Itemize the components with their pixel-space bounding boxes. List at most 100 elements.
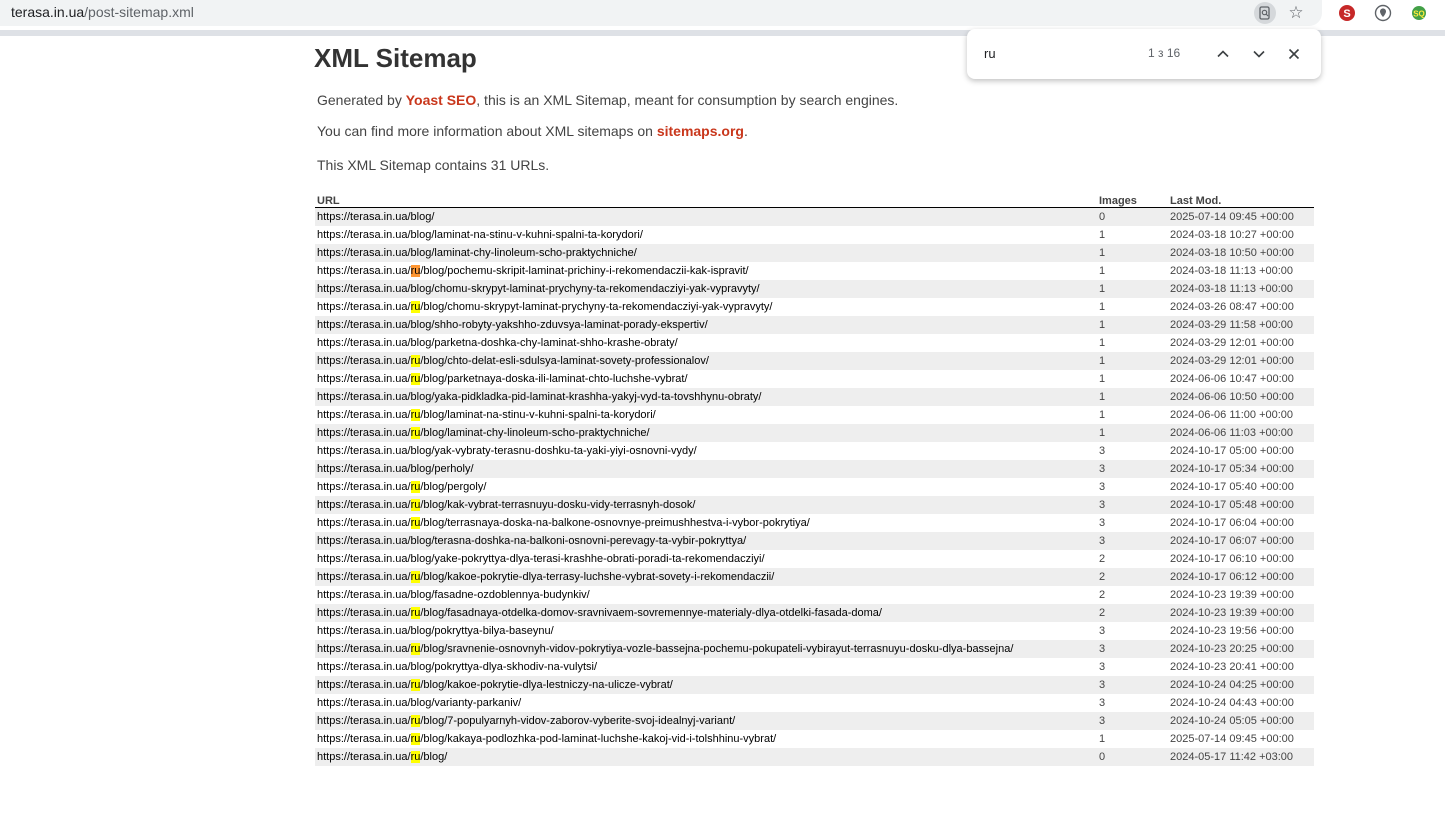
find-match-highlight: ru [410,607,421,619]
images-cell: 3 [1099,445,1106,457]
url-link[interactable]: https://terasa.in.ua/blog/chomu-skrypyt-… [317,283,760,295]
table-row: https://terasa.in.ua/ru/blog/chomu-skryp… [315,298,1314,316]
url-link[interactable]: https://terasa.in.ua/blog/terasna-doshka… [317,535,746,547]
intro-paragraph: Generated by Yoast SEO, this is an XML S… [317,92,898,108]
images-cell: 1 [1099,265,1106,277]
url-link[interactable]: https://terasa.in.ua/blog/perholy/ [317,463,474,475]
find-match-highlight: ru [410,751,421,763]
lastmod-cell: 2024-10-17 05:40 +00:00 [1170,481,1294,493]
url-link[interactable]: https://terasa.in.ua/blog/yaka-pidkladka… [317,391,762,403]
url-link[interactable]: https://terasa.in.ua/ru/blog/chomu-skryp… [317,301,772,313]
url-column-header: URL [315,190,1097,208]
table-row: https://terasa.in.ua/ru/blog/sravnenie-o… [315,640,1314,658]
lastmod-cell: 2024-03-29 12:01 +00:00 [1168,352,1314,370]
images-cell: 3 [1099,481,1106,493]
bookmark-star-icon[interactable]: ☆ [1285,2,1307,24]
table-row: https://terasa.in.ua/blog/yake-pokryttya… [315,550,1314,568]
url-link[interactable]: https://terasa.in.ua/blog/pokryttya-bily… [317,625,554,637]
find-previous-button[interactable] [1212,43,1234,65]
sitemap-table: URL Images Last Mod. https://terasa.in.u… [315,190,1314,766]
find-input[interactable] [984,46,1134,61]
lastmod-cell: 2024-10-24 04:25 +00:00 [1168,676,1314,694]
url-link[interactable]: https://terasa.in.ua/blog/varianty-parka… [317,697,521,709]
find-match-highlight: ru [410,715,421,727]
url-link[interactable]: https://terasa.in.ua/ru/blog/kakaya-podl… [317,733,776,745]
lastmod-cell: 2024-10-17 05:00 +00:00 [1170,445,1294,457]
address-bar[interactable]: terasa.in.ua/post-sitemap.xml [0,0,1322,26]
url-link[interactable]: https://terasa.in.ua/ru/blog/7-populyarn… [317,715,735,727]
url-cell: https://terasa.in.ua/ru/blog/pergoly/ [315,478,1097,496]
images-cell: 1 [1099,229,1106,241]
page-title: XML Sitemap [314,43,477,73]
url-cell: https://terasa.in.ua/ru/blog/sravnenie-o… [315,640,1097,658]
url-cell: https://terasa.in.ua/blog/laminat-chy-li… [315,244,1097,262]
url-link[interactable]: https://terasa.in.ua/blog/laminat-na-sti… [317,229,643,241]
lastmod-cell: 2024-10-24 05:05 +00:00 [1168,712,1314,730]
url-link[interactable]: https://terasa.in.ua/blog/laminat-chy-li… [317,247,637,259]
url-link[interactable]: https://terasa.in.ua/ru/blog/kak-vybrat-… [317,499,695,511]
page-search-icon[interactable] [1254,2,1276,24]
extension-seo-icon[interactable]: SQ [1408,2,1430,24]
images-cell: 1 [1097,244,1168,262]
sitemaps-org-link[interactable]: sitemaps.org [657,123,744,139]
images-cell: 3 [1097,460,1168,478]
url-link[interactable]: https://terasa.in.ua/ru/blog/laminat-chy… [317,427,650,439]
find-bar: 1 з 16 [967,29,1321,79]
url-link[interactable]: https://terasa.in.ua/blog/shho-robyty-ya… [317,319,708,331]
lastmod-cell: 2024-10-17 05:34 +00:00 [1168,460,1314,478]
url-cell: https://terasa.in.ua/blog/fasadne-ozdobl… [315,586,1097,604]
url-link[interactable]: https://terasa.in.ua/ru/blog/fasadnaya-o… [317,607,882,619]
images-cell: 1 [1099,409,1106,421]
images-cell: 3 [1099,625,1106,637]
url-link[interactable]: https://terasa.in.ua/blog/yak-vybraty-te… [317,445,697,457]
url-cell: https://terasa.in.ua/ru/blog/chomu-skryp… [315,298,1097,316]
find-match-highlight: ru [410,679,421,691]
url-link[interactable]: https://terasa.in.ua/ru/blog/kakoe-pokry… [317,679,673,691]
info-suffix: . [743,123,748,139]
url-cell: https://terasa.in.ua/blog/parketna-doshk… [315,334,1097,352]
url-cell: https://terasa.in.ua/blog/terasna-doshka… [315,532,1097,550]
url-count-text: This XML Sitemap contains 31 URLs. [317,157,550,173]
images-cell: 3 [1099,517,1106,529]
url-link[interactable]: https://terasa.in.ua/ru/blog/kakoe-pokry… [317,571,774,583]
images-cell: 3 [1097,676,1168,694]
table-row: https://terasa.in.ua/blog/pokryttya-bily… [315,622,1314,640]
table-row: https://terasa.in.ua/blog/chomu-skrypyt-… [315,280,1314,298]
table-row: https://terasa.in.ua/blog/yaka-pidkladka… [315,388,1314,406]
url-link[interactable]: https://terasa.in.ua/ru/blog/pochemu-skr… [317,265,749,277]
url-cell: https://terasa.in.ua/blog/yaka-pidkladka… [315,388,1097,406]
find-close-button[interactable] [1283,43,1305,65]
table-row: https://terasa.in.ua/blog/pokryttya-dlya… [315,658,1314,676]
find-match-highlight: ru [410,355,421,367]
url-link[interactable]: https://terasa.in.ua/blog/parketna-doshk… [317,337,678,349]
url-link[interactable]: https://terasa.in.ua/blog/pokryttya-dlya… [317,661,597,673]
yoast-seo-link[interactable]: Yoast SEO [406,92,477,108]
images-cell: 2 [1099,589,1106,601]
lastmod-cell: 2024-05-17 11:42 +03:00 [1168,748,1314,766]
table-row: https://terasa.in.ua/blog/laminat-chy-li… [315,244,1314,262]
find-match-highlight: ru [410,733,421,745]
find-next-button[interactable] [1248,43,1270,65]
url-link[interactable]: https://terasa.in.ua/blog/ [317,211,434,223]
lastmod-cell: 2024-10-23 19:39 +00:00 [1168,604,1314,622]
url-link[interactable]: https://terasa.in.ua/ru/blog/pergoly/ [317,481,486,493]
url-link[interactable]: https://terasa.in.ua/ru/blog/ [317,751,447,763]
lastmod-cell: 2024-06-06 11:00 +00:00 [1170,409,1294,421]
url-link[interactable]: https://terasa.in.ua/blog/fasadne-ozdobl… [317,589,590,601]
address-bar-url[interactable]: terasa.in.ua/post-sitemap.xml [11,4,194,20]
lastmod-cell: 2024-03-18 10:50 +00:00 [1168,244,1314,262]
lastmod-cell: 2024-06-06 10:50 +00:00 [1168,388,1314,406]
url-link[interactable]: https://terasa.in.ua/ru/blog/terrasnaya-… [317,517,810,529]
url-link[interactable]: https://terasa.in.ua/blog/yake-pokryttya… [317,553,765,565]
extension-location-icon[interactable] [1372,2,1394,24]
url-link[interactable]: https://terasa.in.ua/ru/blog/sravnenie-o… [317,643,1013,655]
url-link[interactable]: https://terasa.in.ua/ru/blog/laminat-na-… [317,409,656,421]
extension-s-icon[interactable]: S [1336,2,1358,24]
url-link[interactable]: https://terasa.in.ua/ru/blog/chto-delat-… [317,355,709,367]
lastmod-cell: 2024-10-23 20:25 +00:00 [1168,640,1314,658]
find-match-highlight: ru [410,373,421,385]
chevron-up-icon [1217,50,1229,58]
table-row: https://terasa.in.ua/ru/blog/parketnaya-… [315,370,1314,388]
url-link[interactable]: https://terasa.in.ua/ru/blog/parketnaya-… [317,373,688,385]
lastmod-cell: 2024-06-06 10:47 +00:00 [1170,373,1294,385]
